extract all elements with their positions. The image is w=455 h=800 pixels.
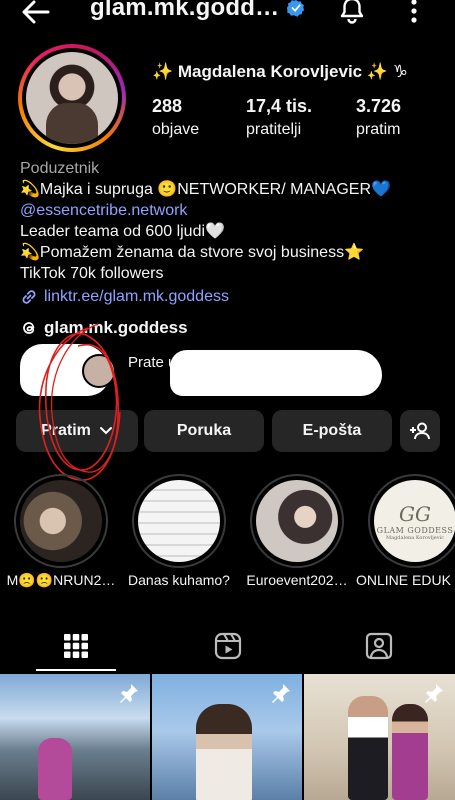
bell-icon[interactable] <box>338 0 366 24</box>
logo-subtitle: Magdalena Korovljevic <box>385 534 444 541</box>
tagged-icon <box>365 632 393 660</box>
logo-title: GLAM GODDESS <box>376 525 454 535</box>
handle-text: glam.mk.godd… <box>90 0 280 21</box>
post-thumbnail[interactable] <box>152 674 302 800</box>
stat-value: 3.726 <box>356 96 402 116</box>
pin-icon <box>272 684 290 703</box>
more-vertical-icon[interactable] <box>402 0 426 26</box>
pin-icon <box>120 684 138 703</box>
arrow-left-icon[interactable] <box>20 0 52 26</box>
stat-label: pratim <box>356 121 401 138</box>
highlight-label: M🙁🙁NRUN2… <box>6 572 116 588</box>
profile-tabs <box>0 620 455 672</box>
post-thumbnail[interactable] <box>304 674 455 800</box>
stat-following[interactable]: 3.726 pratim <box>356 96 401 139</box>
email-label: E-pošta <box>302 422 362 439</box>
stat-label: pratitelji <box>246 121 302 138</box>
post-thumbnail[interactable] <box>0 674 150 800</box>
highlight-label: Danas kuhamo? <box>128 572 230 588</box>
post-subject <box>348 696 388 800</box>
avatar <box>26 52 118 144</box>
tab-reels[interactable] <box>152 620 304 672</box>
chevron-down-icon <box>99 427 112 435</box>
post-subject <box>196 704 252 800</box>
bio-external-link[interactable]: linktr.ee/glam.mk.goddess <box>20 286 440 307</box>
post-subject <box>38 738 72 800</box>
highlight-thumbnail <box>138 480 220 562</box>
top-bar: glam.mk.godd… <box>0 0 455 26</box>
bio-line: 💫Pomažem ženama da stvore svoj business⭐ <box>20 244 364 261</box>
pin-icon <box>425 684 443 703</box>
bio-mention-link[interactable]: @essencetribe.network <box>20 200 440 221</box>
highlight-1[interactable] <box>14 474 108 568</box>
verified-badge-icon <box>287 0 305 17</box>
reels-icon <box>214 632 242 660</box>
post-grid <box>0 674 455 800</box>
stat-value: 17,4 tis. <box>246 96 313 116</box>
profile-avatar-story-ring[interactable] <box>18 44 126 152</box>
link-icon <box>22 289 36 304</box>
grid-icon <box>64 634 88 658</box>
following-label: Pratim <box>41 422 91 439</box>
bio-line: 💫Majka i supruga 🙂NETWORKER/ MANAGER💙 <box>20 181 391 198</box>
display-name: ✨ Magdalena Korovljevic ✨ ♑ <box>152 62 408 81</box>
highlight-3[interactable] <box>250 474 344 568</box>
highlight-4[interactable]: GG GLAM GODDESS Magdalena Korovljevic <box>368 474 455 568</box>
bio-line: TikTok 70k followers <box>20 265 164 282</box>
tab-tagged[interactable] <box>303 620 455 672</box>
stat-label: objave <box>152 121 200 138</box>
highlight-2[interactable] <box>132 474 226 568</box>
post-subject <box>392 704 428 800</box>
bio: Poduzetnik 💫Majka i supruga 🙂NETWORKER/ … <box>20 158 440 307</box>
threads-badge[interactable]: glam.mk.goddess <box>20 318 188 338</box>
profile-handle: glam.mk.godd… <box>90 0 305 22</box>
link-text: linktr.ee/glam.mk.goddess <box>44 288 229 305</box>
message-button[interactable]: Poruka <box>144 410 264 452</box>
mutual-avatar <box>82 354 116 388</box>
tab-posts-grid[interactable] <box>0 620 152 672</box>
redaction-mark <box>170 350 382 396</box>
highlight-thumbnail <box>20 480 102 562</box>
avatar-frame <box>22 48 122 148</box>
highlight-thumbnail <box>256 480 338 562</box>
logo-monogram: GG <box>399 501 431 526</box>
stat-value: 288 <box>152 96 183 116</box>
highlight-label: Euroevent202… <box>246 572 348 588</box>
bio-category: Poduzetnik <box>20 160 100 177</box>
followed-by-row[interactable]: Prate u <box>20 344 440 400</box>
stat-followers[interactable]: 17,4 tis. pratitelji <box>246 96 312 139</box>
add-person-icon <box>410 422 430 440</box>
bio-line: Leader teama od 600 ljudi🤍 <box>20 223 225 240</box>
following-button[interactable]: Pratim <box>16 410 138 452</box>
email-button[interactable]: E-pošta <box>272 410 392 452</box>
highlight-label: ONLINE EDUK <box>356 572 451 588</box>
glam-goddess-logo: GG GLAM GODDESS Magdalena Korovljevic <box>374 480 455 562</box>
stat-posts[interactable]: 288 objave <box>152 96 199 139</box>
message-label: Poruka <box>176 422 232 439</box>
suggest-people-button[interactable] <box>400 410 440 452</box>
threads-icon <box>23 322 35 334</box>
threads-handle: glam.mk.goddess <box>44 318 188 337</box>
active-tab-indicator <box>36 669 116 671</box>
